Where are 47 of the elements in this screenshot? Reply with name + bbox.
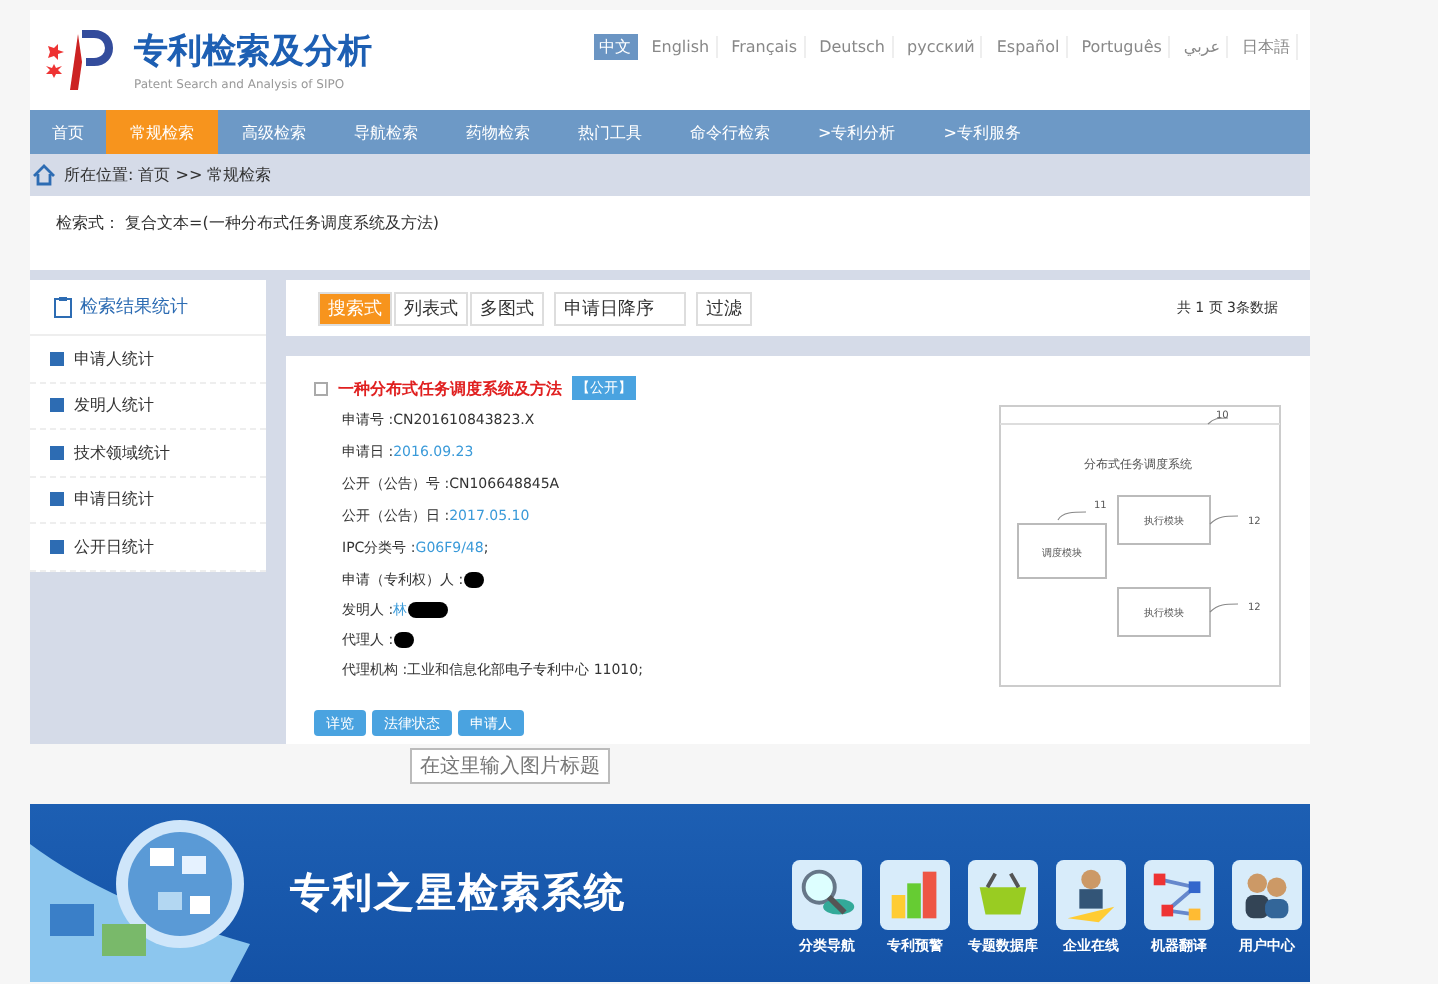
basket-icon[interactable] — [968, 859, 1038, 929]
nav-tab[interactable]: 常规检索 — [106, 110, 218, 154]
sidebar-item[interactable]: 公开日统计 — [74, 535, 154, 558]
result-checkbox[interactable] — [314, 381, 328, 395]
nav-tab[interactable]: >专利分析 — [794, 110, 920, 154]
nav-tab[interactable]: 命令行检索 — [666, 110, 794, 154]
view-button[interactable]: 搜索式 — [318, 291, 392, 325]
breadcrumb: 所在位置: 首页 >> 常规检索 — [64, 164, 272, 186]
language-link[interactable]: Deutsch — [813, 35, 893, 57]
language-link[interactable]: Español — [990, 35, 1068, 57]
view-button[interactable]: 多图式 — [470, 291, 544, 325]
language-link[interactable]: عربي — [1177, 35, 1228, 57]
nav-tab[interactable]: 首页 — [30, 110, 106, 154]
sort-dropdown[interactable]: 申请日降序 — [554, 291, 686, 325]
view-button[interactable]: 列表式 — [394, 291, 468, 325]
filter-button[interactable]: 过滤 — [696, 291, 752, 325]
users-icon[interactable] — [1232, 859, 1302, 929]
search-query: 检索式： 复合文本=(一种分布式任务调度系统及方法) — [56, 212, 439, 234]
banner-title: 专利之星检索系统 — [290, 866, 626, 920]
language-link[interactable]: Français — [725, 35, 806, 57]
sidebar-item[interactable]: 申请人统计 — [74, 347, 154, 370]
bars-icon[interactable] — [880, 859, 950, 929]
person-icon[interactable] — [1056, 859, 1126, 929]
redaction-mark — [463, 571, 484, 587]
network-icon[interactable] — [1144, 859, 1214, 929]
sidebar-item[interactable]: 申请日统计 — [74, 488, 154, 511]
sidebar-item[interactable]: 技术领域统计 — [74, 441, 170, 464]
language-link[interactable]: English — [645, 35, 718, 57]
caption-field[interactable]: 在这里输入图片标题 — [410, 748, 610, 784]
nav-tab[interactable]: 导航检索 — [330, 110, 442, 154]
nav-tab[interactable]: 药物检索 — [442, 110, 554, 154]
result-title[interactable]: 一种分布式任务调度系统及方法 — [338, 377, 562, 399]
language-link[interactable]: 中文 — [593, 33, 638, 59]
nav-tab[interactable]: 热门工具 — [554, 110, 666, 154]
nav-tab[interactable]: 高级检索 — [218, 110, 330, 154]
language-link[interactable]: русский — [901, 35, 983, 57]
sidebar-item[interactable]: 发明人统计 — [74, 394, 154, 417]
redaction-mark — [393, 631, 414, 647]
search-icon[interactable] — [792, 859, 862, 929]
site-title: 专利检索及分析 — [134, 30, 372, 74]
home-icon — [32, 164, 56, 186]
sidebar-title: 检索结果统计 — [80, 295, 188, 320]
clipboard-icon — [54, 296, 72, 318]
language-link[interactable]: 日本語 — [1236, 33, 1298, 59]
language-link[interactable]: Português — [1075, 35, 1170, 57]
redaction-mark — [407, 601, 448, 617]
nav-tab[interactable]: >专利服务 — [919, 110, 1045, 154]
